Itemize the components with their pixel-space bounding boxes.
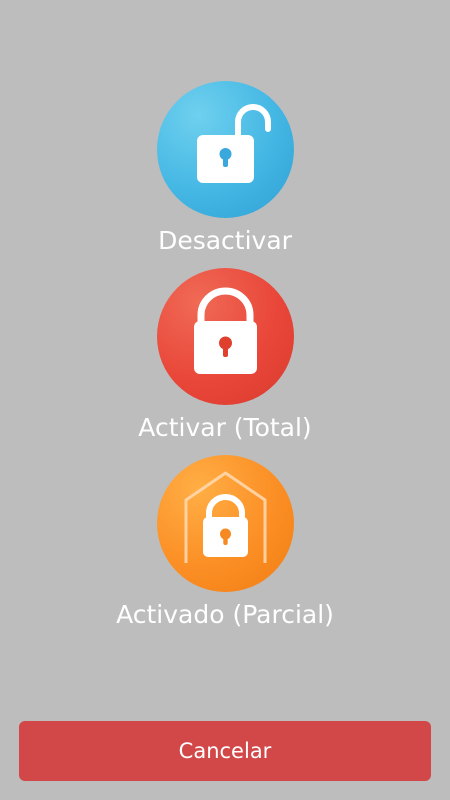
unlocked-padlock-icon xyxy=(196,104,271,183)
locked-padlock-icon xyxy=(193,287,257,374)
option-activate-total[interactable]: Activar (Total) xyxy=(0,268,450,444)
activate-partial-label: Activado (Parcial) xyxy=(116,600,334,629)
deactivate-label: Desactivar xyxy=(158,226,292,255)
cancel-button[interactable]: Cancelar xyxy=(19,721,431,781)
house-padlock-icon xyxy=(184,471,266,563)
option-deactivate[interactable]: Desactivar xyxy=(0,81,450,257)
option-activate-partial[interactable]: Activado (Parcial) xyxy=(0,455,450,631)
deactivate-button[interactable] xyxy=(156,81,294,218)
activate-partial-button[interactable] xyxy=(156,455,294,592)
activate-total-button[interactable] xyxy=(156,268,294,405)
activate-total-label: Activar (Total) xyxy=(138,413,312,442)
